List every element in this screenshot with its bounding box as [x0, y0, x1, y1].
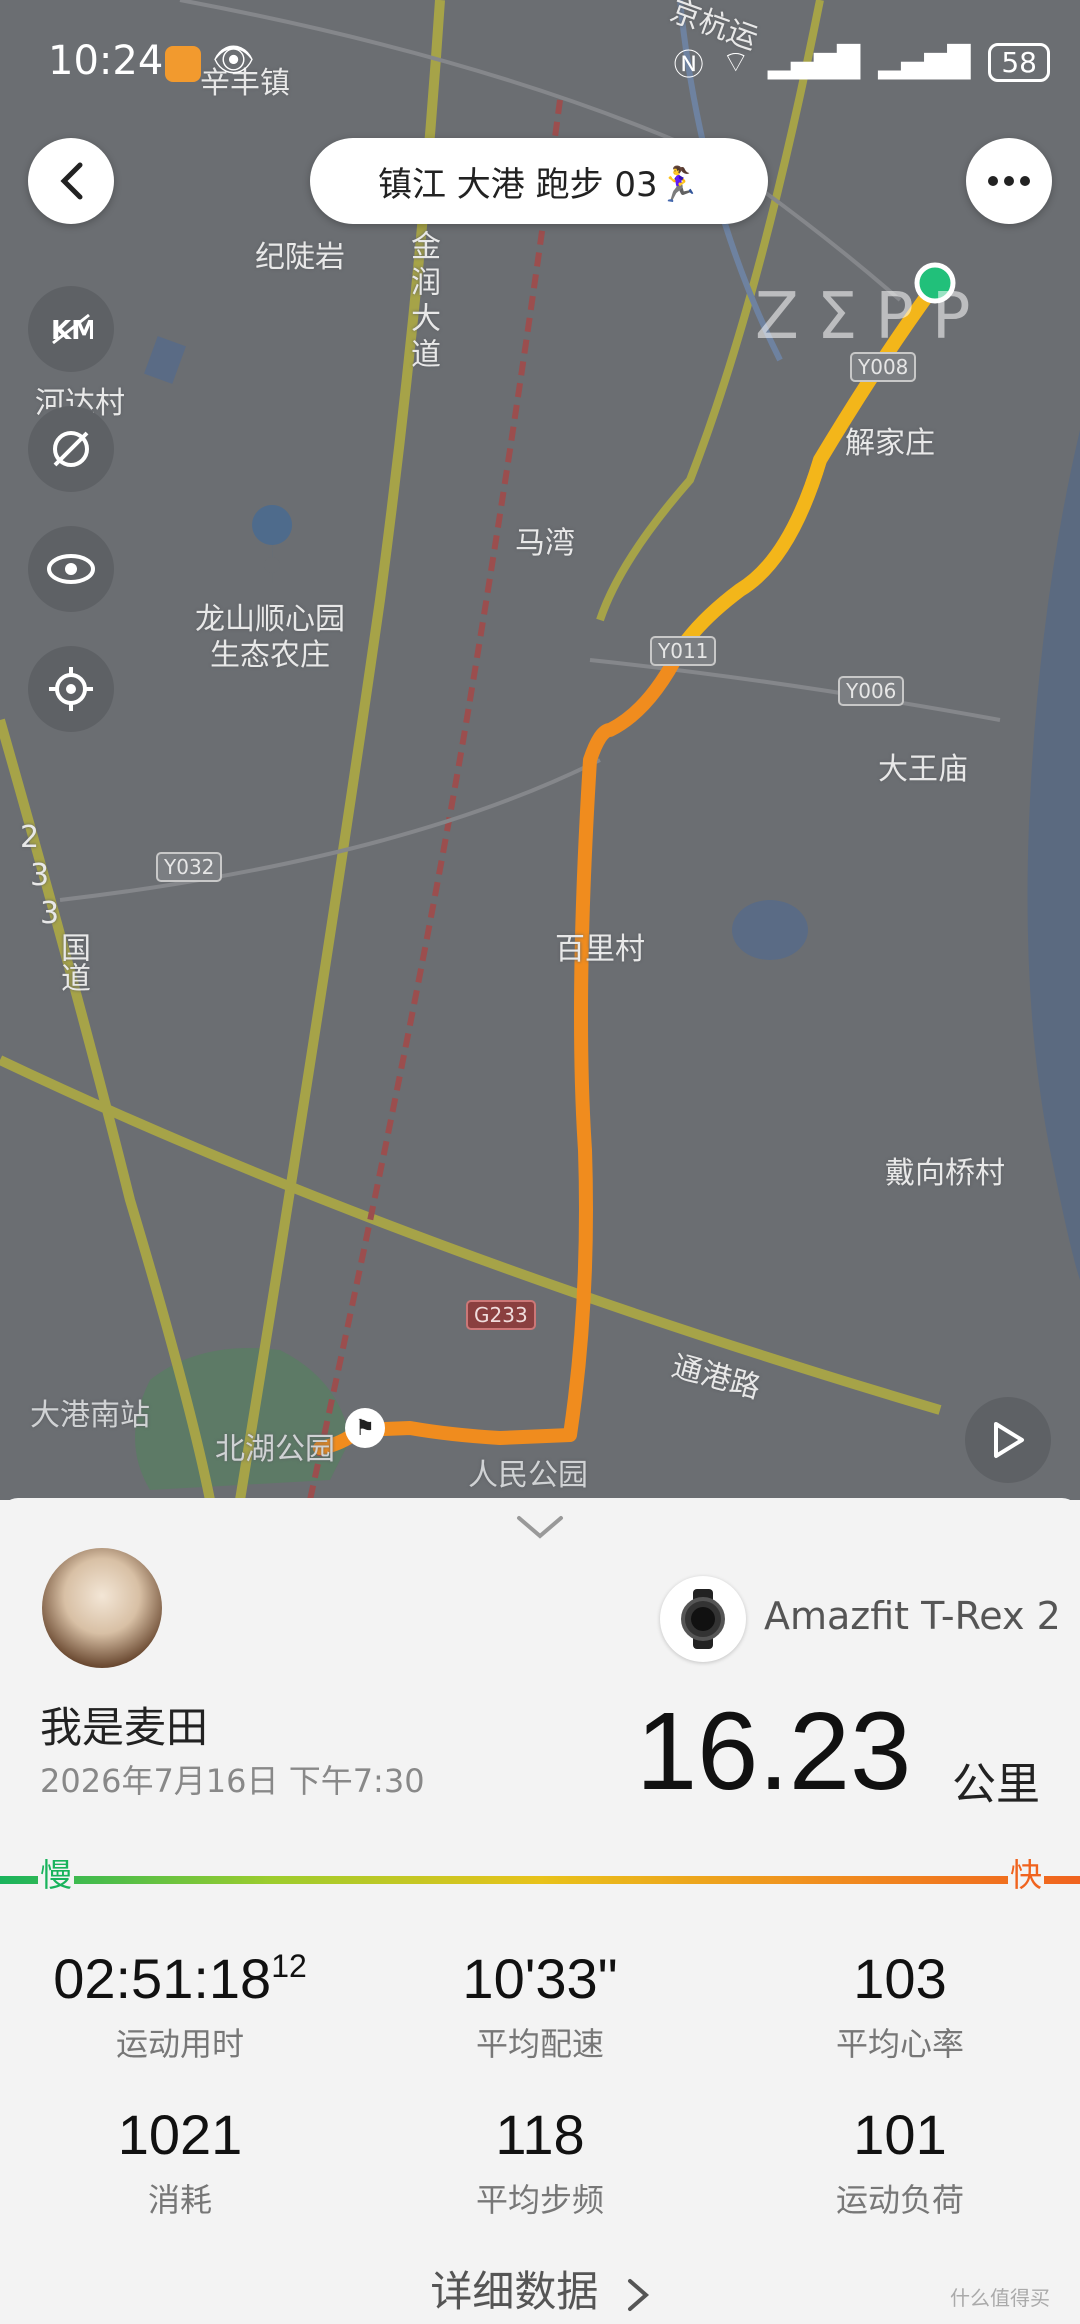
stat-label: 平均步频: [475, 2181, 604, 2219]
map-label: 2: [20, 820, 40, 855]
signal-icon: ▂▄▆█: [767, 44, 861, 80]
stat-label: 平均心率: [835, 2025, 964, 2063]
site-watermark: 什么值得买: [950, 2286, 1050, 2310]
replay-button[interactable]: [965, 1397, 1051, 1483]
battery-indicator: 58: [988, 42, 1050, 82]
map-label: 北湖公园: [215, 1432, 335, 1467]
app-notification-icon: [165, 46, 201, 82]
nfc-icon: Ⓝ: [673, 48, 704, 83]
details-label: 详细数据: [430, 2267, 599, 2316]
poi-pin-hole: [264, 557, 280, 573]
road-tag: Y011: [650, 636, 717, 666]
km-icon: KM: [51, 313, 93, 345]
status-time: 10:24: [48, 38, 164, 84]
map-label: 国道: [55, 932, 90, 992]
status-bar: 10:24 👁 Ⓝ ⌔ ▂▄▆█ ▂▄▆█ 58: [0, 0, 1080, 120]
wifi-icon: ⌔: [721, 45, 750, 80]
zepp-watermark: ZΣPP: [755, 280, 989, 354]
stat-label: 运动用时: [115, 2025, 244, 2063]
crosshair-icon: [49, 667, 93, 711]
poi-pin: [252, 505, 293, 585]
stat-training-load: 101 运动负荷: [720, 2102, 1080, 2221]
stat-label: 消耗: [147, 2181, 212, 2219]
lake: [732, 900, 808, 960]
map-label: 大王庙: [878, 752, 968, 787]
eye-icon: [47, 554, 95, 584]
chevron-right-icon: [627, 2278, 649, 2311]
route-line: [313, 278, 942, 1455]
river-water: [1027, 430, 1080, 1280]
km-marker-toggle[interactable]: KM: [28, 286, 114, 372]
status-icons: Ⓝ ⌔ ▂▄▆█ ▂▄▆█ 58: [674, 40, 1050, 84]
road-tag: Y006: [838, 676, 905, 706]
map-label: 马湾: [515, 526, 575, 561]
globe-off-icon: [53, 431, 89, 467]
stat-value: 1021: [117, 2103, 243, 2166]
stat-label: 平均配速: [475, 2025, 604, 2063]
signal-icon-2: ▂▄▆█: [878, 44, 971, 80]
watch-icon: [660, 1576, 746, 1662]
road-tag: G233: [466, 1300, 536, 1330]
finish-flag-icon: ⚑: [345, 1408, 385, 1448]
stat-heart-rate: 103 平均心率: [720, 1946, 1080, 2065]
map-label: 生态农庄: [210, 638, 330, 673]
map-label: 人民公园: [468, 1458, 588, 1493]
more-dots-icon: [988, 176, 1030, 186]
stat-pace: 10'33" 平均配速: [360, 1946, 720, 2065]
map-label: 大港南站: [30, 1398, 150, 1433]
visibility-toggle[interactable]: [28, 526, 114, 612]
stat-superscript: 12: [271, 1948, 307, 1984]
stat-value: 118: [495, 2103, 585, 2166]
stat-value: 02:51:18: [53, 1947, 272, 2010]
route-map[interactable]: 辛丰镇 纪陡岩 金润大道 河达村 马湾 龙山顺心园 生态农庄 解家庄 大王庙 2…: [0, 0, 1080, 1500]
stat-label: 运动负荷: [835, 2181, 964, 2219]
map-label: 3: [40, 896, 60, 931]
stat-value: 101: [853, 2103, 947, 2166]
activity-title[interactable]: 镇江 大港 跑步 03🏃‍♀️: [310, 138, 768, 224]
locate-button[interactable]: [28, 646, 114, 732]
pace-gradient-bar: [0, 1876, 1080, 1884]
map-label: 戴向桥村: [885, 1156, 1005, 1191]
username: 我是麦田: [40, 1703, 209, 1752]
stat-value: 103: [853, 1947, 947, 2010]
distance-unit: 公里: [952, 1759, 1040, 1810]
stat-duration: 02:51:1812 运动用时: [0, 1946, 360, 2065]
road-tag: Y008: [850, 352, 917, 382]
map-label: 纪陡岩: [255, 240, 345, 275]
road-y032: [59, 758, 601, 902]
stat-value: 10'33": [462, 1947, 618, 2010]
chevron-left-icon: [60, 162, 83, 200]
stat-calories: 1021 消耗: [0, 2102, 360, 2221]
eye-icon: 👁: [212, 40, 256, 80]
device-name: Amazfit T-Rex 2: [764, 1594, 1061, 1638]
slow-label: 慢: [38, 1850, 75, 1896]
details-button[interactable]: 详细数据: [0, 2258, 1080, 2319]
play-icon: [994, 1422, 1024, 1458]
more-button[interactable]: [966, 138, 1052, 224]
avatar[interactable]: [42, 1548, 162, 1668]
back-button[interactable]: [28, 138, 114, 224]
stat-cadence: 118 平均步频: [360, 2102, 720, 2221]
pond: [144, 336, 186, 384]
road-yellow: [235, 0, 445, 1500]
map-label: 金润大道: [405, 230, 440, 374]
summary-panel: 我是麦田 2026年7月16日 下午7:30 Amazfit T-Rex 2 1…: [0, 1498, 1080, 2324]
hide-map-toggle[interactable]: [28, 406, 114, 492]
fast-label: 快: [1008, 1850, 1045, 1896]
map-label: 百里村: [555, 932, 645, 967]
map-label: 3: [30, 858, 50, 893]
map-label: 解家庄: [845, 426, 935, 461]
distance-value: 16.23: [636, 1690, 912, 1813]
activity-date: 2026年7月16日 下午7:30: [40, 1762, 425, 1800]
collapse-chevron-icon[interactable]: [515, 1512, 565, 1546]
road-tag: Y032: [156, 852, 223, 882]
